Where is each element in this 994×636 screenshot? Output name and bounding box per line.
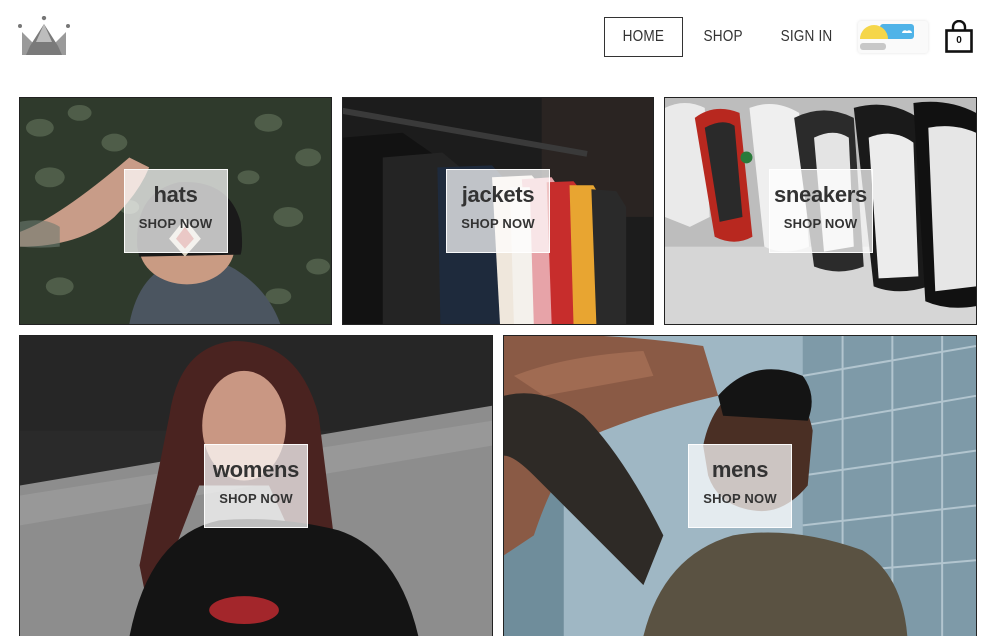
category-title: hats (153, 182, 198, 207)
nav-sign-in[interactable]: SIGN IN (768, 17, 845, 57)
category-tile-hats[interactable]: hats SHOP NOW (19, 97, 332, 325)
nav-home[interactable]: HOME (604, 17, 683, 57)
weather-toggle[interactable] (858, 21, 928, 53)
shop-now-link[interactable]: SHOP NOW (125, 216, 227, 231)
site-header: HOME SHOP SIGN IN 0 (0, 0, 994, 80)
category-label-womens: womens SHOP NOW (204, 444, 308, 528)
shop-now-link[interactable]: SHOP NOW (205, 491, 307, 506)
category-tile-mens[interactable]: mens SHOP NOW (503, 335, 977, 636)
category-title: mens (711, 457, 769, 482)
shop-now-link[interactable]: SHOP NOW (689, 491, 791, 506)
category-label-jackets: jackets SHOP NOW (446, 169, 550, 253)
main-nav: HOME SHOP SIGN IN 0 (604, 17, 974, 57)
category-title: womens (212, 457, 300, 482)
nav-shop[interactable]: SHOP (691, 17, 756, 57)
cart-button[interactable]: 0 (944, 19, 974, 54)
crown-icon[interactable] (18, 16, 70, 56)
shop-now-link[interactable]: SHOP NOW (770, 216, 872, 231)
shop-now-link[interactable]: SHOP NOW (447, 216, 549, 231)
category-tile-womens[interactable]: womens SHOP NOW (19, 335, 493, 636)
cart-count: 0 (956, 35, 962, 46)
category-label-hats: hats SHOP NOW (123, 169, 228, 253)
category-label-mens: mens SHOP NOW (688, 444, 792, 528)
sun-cloud-icon (860, 24, 914, 50)
category-tile-sneakers[interactable]: sneakers SHOP NOW (664, 97, 977, 325)
category-title: sneakers (773, 182, 867, 207)
category-tile-jackets[interactable]: jackets SHOP NOW (342, 97, 654, 325)
category-title: jackets (461, 182, 535, 207)
category-label-sneakers: sneakers SHOP NOW (768, 169, 873, 253)
